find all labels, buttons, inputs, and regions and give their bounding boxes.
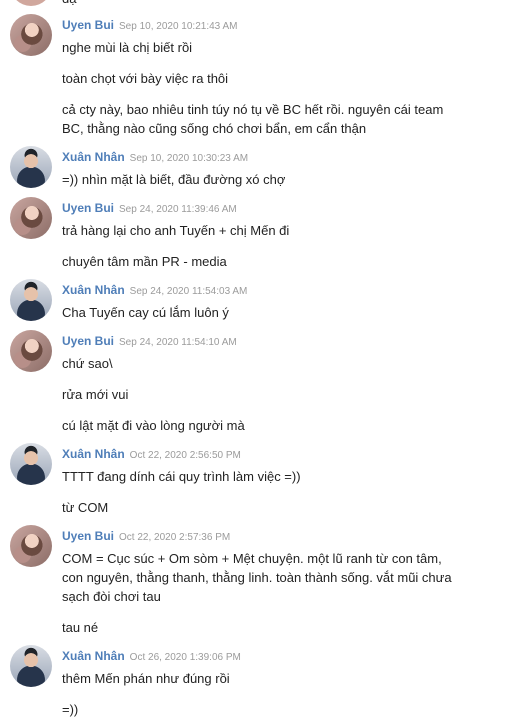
message-text: toàn chọt với bày việc ra thôi [62, 71, 229, 86]
avatar [10, 443, 52, 485]
sender-name[interactable]: Uyen Bui [62, 334, 114, 348]
timestamp: Sep 24, 2020 11:54:03 AM [129, 286, 248, 297]
timestamp: Oct 22, 2020 2:56:50 PM [129, 450, 241, 461]
message-header: Xuân Nhân Sep 24, 2020 11:54:03 AM [62, 282, 247, 298]
avatar [10, 197, 52, 239]
avatar [10, 525, 52, 567]
sender-name[interactable]: Xuân Nhân [62, 447, 125, 461]
sender-name[interactable]: Uyen Bui [62, 529, 114, 543]
message-text: rửa mới vui [62, 387, 129, 402]
sender-name[interactable]: Uyen Bui [62, 18, 114, 32]
message-text: chứ sao\ [62, 356, 113, 371]
message-text: =)) nhìn mặt là biết, đầu đường xó chợ [62, 172, 286, 187]
avatar [10, 330, 52, 372]
avatar [10, 0, 52, 6]
message-text: cú lật mặt đi vào lòng người mà [62, 418, 245, 433]
message-header: Xuân Nhân Oct 22, 2020 2:56:50 PM [62, 446, 241, 462]
message-text: thêm Mến phán như đúng rồi [62, 671, 230, 686]
avatar [10, 146, 52, 188]
timestamp: Sep 10, 2020 10:30:23 AM [129, 153, 249, 164]
message-header: Uyen Bui Oct 22, 2020 2:57:36 PM [62, 528, 230, 544]
timestamp: Sep 24, 2020 11:54:10 AM [119, 337, 237, 348]
message-text: COM = Cục súc + Om sòm + Mệt chuyện. một… [62, 551, 452, 604]
message-text: từ COM [62, 500, 109, 515]
timestamp: Sep 24, 2020 11:39:46 AM [119, 204, 237, 215]
chat-thread: đậ Uyen Bui Sep 10, 2020 10:21:43 AM nghe… [0, 0, 513, 718]
sender-name[interactable]: Uyen Bui [62, 201, 114, 215]
message-text: trả hàng lại cho anh Tuyến + chị Mến đi [62, 223, 290, 238]
message-text: Cha Tuyến cay cú lắm luôn ý [62, 305, 229, 320]
timestamp: Oct 26, 2020 1:39:06 PM [129, 652, 241, 663]
message-header: Uyen Bui Sep 24, 2020 11:39:46 AM [62, 200, 237, 216]
message-text: TTTT đang dính cái quy trình làm việc =)… [62, 469, 301, 484]
sender-name[interactable]: Xuân Nhân [62, 150, 125, 164]
message-header: Xuân Nhân Sep 10, 2020 10:30:23 AM [62, 149, 248, 165]
sender-name[interactable]: Xuân Nhân [62, 649, 125, 663]
message-header: Xuân Nhân Oct 26, 2020 1:39:06 PM [62, 648, 241, 664]
message-text: =)) [62, 702, 79, 717]
timestamp: Sep 10, 2020 10:21:43 AM [119, 21, 238, 32]
message-text: tau né [62, 620, 99, 635]
message-text: chuyên tâm mần PR - media [62, 254, 227, 269]
previous-message-fragment: đậ [0, 0, 513, 8]
avatar [10, 279, 52, 321]
message-text: đậ [62, 0, 76, 6]
avatar [10, 645, 52, 687]
timestamp: Oct 22, 2020 2:57:36 PM [119, 532, 231, 543]
message-header: Uyen Bui Sep 10, 2020 10:21:43 AM [62, 17, 237, 33]
message-header: Uyen Bui Sep 24, 2020 11:54:10 AM [62, 333, 237, 349]
sender-name[interactable]: Xuân Nhân [62, 283, 125, 297]
message-text: nghe mùi là chị biết rồi [62, 40, 193, 55]
message-text: cả cty này, bao nhiêu tinh túy nó tụ về … [62, 102, 444, 136]
avatar [10, 14, 52, 56]
